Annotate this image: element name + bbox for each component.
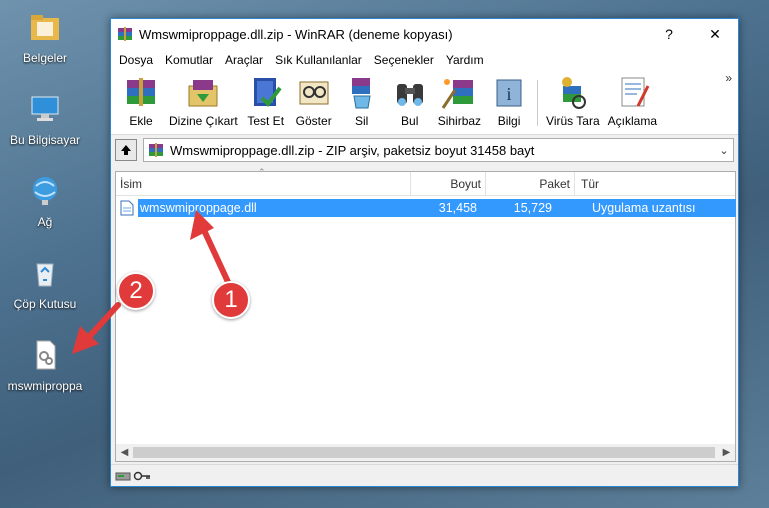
menu-favorites[interactable]: Sık Kullanılanlar <box>269 53 368 67</box>
delete-icon <box>351 78 371 109</box>
menu-bar: Dosya Komutlar Araçlar Sık Kullanılanlar… <box>111 49 738 71</box>
title-bar[interactable]: Wmswmiproppage.dll.zip - WinRAR (deneme … <box>111 19 738 49</box>
scroll-track[interactable] <box>133 445 718 460</box>
extract-icon <box>188 80 218 107</box>
desktop-icon-dll-file[interactable]: mswmiproppa <box>0 338 90 393</box>
wizard-label: Sihirbaz <box>437 114 482 128</box>
toolbar: Ekle Dizine Çıkart Test Et Göster Sil Bu… <box>111 71 738 135</box>
scroll-thumb[interactable] <box>133 447 715 458</box>
up-arrow-icon <box>121 145 131 155</box>
help-button[interactable]: ? <box>646 19 692 49</box>
winrar-app-icon <box>118 27 132 41</box>
step-badge-1: 1 <box>212 281 250 319</box>
column-type[interactable]: Tür <box>575 172 735 195</box>
up-folder-button[interactable] <box>115 139 137 161</box>
archive-path-dropdown[interactable]: Wmswmiproppage.dll.zip - ZIP arşiv, pake… <box>143 138 734 162</box>
desktop-icon-label: Bu Bilgisayar <box>9 133 81 147</box>
scroll-left-icon[interactable]: ◀ <box>116 447 133 458</box>
desktop-icon-recycle-bin[interactable]: Çöp Kutusu <box>0 256 90 311</box>
network-icon <box>33 177 57 205</box>
desktop-icon-label: mswmiproppa <box>7 379 83 393</box>
add-button[interactable]: Ekle <box>117 72 165 134</box>
test-button[interactable]: Test Et <box>242 72 290 134</box>
menu-options[interactable]: Seçenekler <box>368 53 440 67</box>
file-type: Uygulama uzantısı <box>592 201 696 215</box>
virus-scan-button[interactable]: Virüs Tara <box>542 72 604 134</box>
desktop-icon-label: Çöp Kutusu <box>13 297 77 311</box>
scroll-right-icon[interactable]: ▶ <box>718 447 735 458</box>
menu-commands[interactable]: Komutlar <box>159 53 219 67</box>
dll-file-icon <box>36 340 56 370</box>
svg-text:i: i <box>507 84 512 104</box>
wizard-button[interactable]: Sihirbaz <box>434 72 485 134</box>
recycle-bin-icon <box>36 263 54 287</box>
desktop-icon-this-pc[interactable]: Bu Bilgisayar <box>0 92 90 147</box>
file-size: 31,458 <box>438 201 477 215</box>
file-name: wmswmiproppage.dll <box>140 201 257 215</box>
find-label: Bul <box>401 114 419 128</box>
menu-tools[interactable]: Araçlar <box>219 53 269 67</box>
file-packed-size: 15,729 <box>513 201 552 215</box>
virus-scan-icon <box>561 77 586 109</box>
comment-label: Açıklama <box>607 114 657 128</box>
close-button[interactable]: ✕ <box>692 19 738 49</box>
selected-row-highlight: wmswmiproppage.dll 31,458 15,729 Uygulam… <box>138 199 736 217</box>
menu-help[interactable]: Yardım <box>440 53 490 67</box>
toolbar-separator <box>537 80 539 126</box>
column-header: ⌃ İsim Boyut Paket Tür <box>116 167 735 196</box>
comment-icon <box>621 77 650 107</box>
step-badge-2: 2 <box>117 272 155 310</box>
archive-icon <box>149 143 163 157</box>
toolbar-more-button[interactable]: » <box>725 71 732 85</box>
horizontal-scrollbar[interactable]: ◀ ▶ <box>116 444 735 461</box>
table-row[interactable]: wmswmiproppage.dll 31,458 15,729 Uygulam… <box>120 199 736 217</box>
status-bar <box>111 464 738 486</box>
key-icon[interactable] <box>133 470 151 482</box>
view-label: Göster <box>295 114 332 128</box>
extract-label: Dizine Çıkart <box>169 114 238 128</box>
info-icon: i <box>496 79 522 107</box>
sort-ascending-icon: ⌃ <box>258 167 266 177</box>
find-button[interactable]: Bul <box>386 72 434 134</box>
column-packed[interactable]: Paket <box>486 172 575 195</box>
file-list: ⌃ İsim Boyut Paket Tür wmswmiproppage.dl… <box>115 167 736 462</box>
dll-file-icon <box>120 200 134 216</box>
desktop-icon-label: Ağ <box>37 215 53 229</box>
add-icon <box>127 78 155 106</box>
extract-button[interactable]: Dizine Çıkart <box>165 72 242 134</box>
comment-button[interactable]: Açıklama <box>604 72 661 134</box>
test-label: Test Et <box>247 114 285 128</box>
test-icon <box>253 78 282 108</box>
add-label: Ekle <box>129 114 153 128</box>
folder-icon <box>31 15 59 40</box>
column-size[interactable]: Boyut <box>411 172 486 195</box>
computer-icon <box>31 96 59 121</box>
winrar-window: Wmswmiproppage.dll.zip - WinRAR (deneme … <box>110 18 739 487</box>
chevron-down-icon: ⌄ <box>719 144 729 157</box>
menu-file[interactable]: Dosya <box>113 53 159 67</box>
info-button[interactable]: i Bilgi <box>485 72 533 134</box>
desktop-icon-label: Belgeler <box>22 51 68 65</box>
window-title: Wmswmiproppage.dll.zip - WinRAR (deneme … <box>139 26 453 42</box>
virus-scan-label: Virüs Tara <box>546 114 600 128</box>
delete-button[interactable]: Sil <box>338 72 386 134</box>
address-bar: Wmswmiproppage.dll.zip - ZIP arşiv, pake… <box>111 135 738 165</box>
view-icon <box>299 81 329 105</box>
info-label: Bilgi <box>497 114 521 128</box>
wizard-icon <box>442 79 474 109</box>
binoculars-icon <box>396 84 423 106</box>
archive-path-text: Wmswmiproppage.dll.zip - ZIP arşiv, pake… <box>170 142 535 158</box>
desktop-icon-documents[interactable]: Belgeler <box>0 10 90 65</box>
delete-label: Sil <box>355 114 369 128</box>
drive-icon[interactable] <box>115 470 131 482</box>
view-button[interactable]: Göster <box>290 72 338 134</box>
desktop-icon-network[interactable]: Ağ <box>0 174 90 229</box>
